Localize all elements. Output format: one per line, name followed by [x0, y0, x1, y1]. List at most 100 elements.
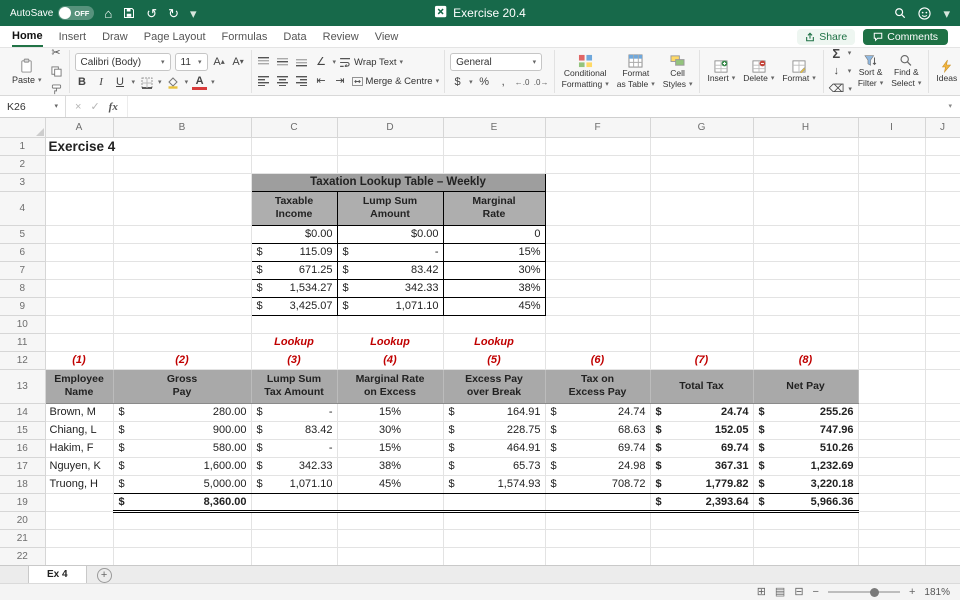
- column-number-label[interactable]: (8): [753, 351, 859, 370]
- cell[interactable]: 15%: [442, 242, 546, 262]
- cell[interactable]: $69.74: [545, 439, 651, 458]
- cell[interactable]: [337, 315, 444, 334]
- cell[interactable]: [545, 315, 651, 334]
- paste-button[interactable]: Paste ▾: [9, 57, 45, 86]
- fill-icon[interactable]: ↓: [829, 64, 844, 79]
- cancel-icon[interactable]: ×: [75, 101, 81, 113]
- copy-icon[interactable]: [49, 64, 64, 79]
- ideas-button[interactable]: Ideas: [934, 58, 959, 85]
- cell[interactable]: [251, 529, 338, 548]
- cell[interactable]: $464.91: [443, 439, 546, 458]
- column-number-label[interactable]: (1): [45, 351, 114, 370]
- tab-insert[interactable]: Insert: [59, 26, 87, 47]
- row-header[interactable]: 9: [0, 297, 46, 316]
- tab-view[interactable]: View: [375, 26, 399, 47]
- cell[interactable]: [545, 279, 651, 298]
- cell[interactable]: [753, 511, 859, 530]
- cell[interactable]: [925, 297, 960, 316]
- cell-a1-title[interactable]: Exercise 4: [45, 137, 115, 156]
- lookup-label[interactable]: Lookup: [443, 333, 546, 352]
- cell[interactable]: [650, 137, 754, 156]
- emp-header-net-pay[interactable]: Net Pay: [753, 368, 859, 404]
- cell[interactable]: [113, 191, 252, 226]
- cell[interactable]: [251, 315, 338, 334]
- decrease-decimal-icon[interactable]: .0→: [534, 75, 549, 90]
- cell[interactable]: [545, 547, 651, 565]
- cell[interactable]: [113, 261, 252, 280]
- chevron-down-icon[interactable]: ▾: [333, 59, 337, 66]
- row-header[interactable]: 20: [0, 511, 46, 530]
- chevron-down-icon[interactable]: ▾: [848, 68, 852, 75]
- column-number-label[interactable]: (4): [337, 351, 444, 370]
- sort-filter-button[interactable]: Sort & Filter ▾: [856, 53, 885, 90]
- cell[interactable]: [925, 511, 960, 530]
- cell[interactable]: $747.96: [753, 421, 859, 440]
- row-header[interactable]: 4: [0, 191, 46, 226]
- cell-employee-name[interactable]: Truong, H: [45, 475, 114, 494]
- cell[interactable]: [443, 511, 546, 530]
- cell-employee-name[interactable]: Chiang, L: [45, 421, 114, 440]
- chevron-down-icon[interactable]: ▾: [469, 79, 473, 86]
- orientation-icon[interactable]: ∠: [314, 55, 329, 70]
- cell[interactable]: [251, 137, 338, 156]
- cell[interactable]: [925, 261, 960, 280]
- cell[interactable]: [858, 279, 926, 298]
- column-header-a[interactable]: A: [45, 118, 114, 138]
- find-select-button[interactable]: Find & Select ▾: [889, 53, 923, 90]
- column-header-h[interactable]: H: [753, 118, 859, 138]
- align-middle-icon[interactable]: [276, 55, 291, 70]
- cell[interactable]: [858, 475, 926, 494]
- cell[interactable]: $24.98: [545, 457, 651, 476]
- row-header[interactable]: 16: [0, 439, 46, 458]
- cell[interactable]: $ -: [251, 403, 338, 422]
- cell[interactable]: [545, 243, 651, 262]
- cell[interactable]: [443, 529, 546, 548]
- emp-header-lump-sum[interactable]: Lump Sum Tax Amount: [251, 368, 338, 404]
- cell[interactable]: [753, 155, 859, 174]
- cell[interactable]: 30%: [442, 260, 546, 280]
- zoom-slider-knob[interactable]: [869, 587, 879, 597]
- redo-icon[interactable]: ↻: [168, 7, 179, 20]
- cell[interactable]: [925, 421, 960, 440]
- cell[interactable]: $83.42: [251, 421, 338, 440]
- cell[interactable]: [443, 547, 546, 565]
- cell[interactable]: [925, 403, 960, 422]
- cell[interactable]: [113, 155, 252, 174]
- cell[interactable]: [858, 403, 926, 422]
- cell[interactable]: $ -: [336, 242, 444, 262]
- cell[interactable]: 45%: [337, 475, 444, 494]
- zoom-out-icon[interactable]: −: [813, 586, 819, 598]
- bold-button[interactable]: B: [75, 75, 90, 90]
- tab-page-layout[interactable]: Page Layout: [144, 26, 206, 47]
- cell[interactable]: [45, 191, 114, 226]
- cell[interactable]: 38%: [442, 278, 546, 298]
- cell[interactable]: [337, 547, 444, 565]
- chevron-down-icon[interactable]: ▾: [185, 79, 189, 86]
- row-header[interactable]: 14: [0, 403, 46, 422]
- cell[interactable]: [925, 315, 960, 334]
- row-header[interactable]: 1: [0, 137, 46, 156]
- format-painter-icon[interactable]: [49, 82, 64, 95]
- autosave-switch[interactable]: OFF: [58, 6, 95, 20]
- cell[interactable]: [45, 155, 114, 174]
- cell[interactable]: [858, 439, 926, 458]
- cell[interactable]: [858, 511, 926, 530]
- cell[interactable]: [113, 173, 252, 192]
- cell[interactable]: [858, 529, 926, 548]
- zoom-slider[interactable]: [827, 587, 900, 597]
- number-format-select[interactable]: General ▾: [450, 53, 543, 71]
- cell[interactable]: 30%: [337, 421, 444, 440]
- cell[interactable]: [45, 173, 114, 192]
- cell[interactable]: [858, 243, 926, 262]
- wrap-text-button[interactable]: Wrap Text ▾: [340, 57, 403, 68]
- search-icon[interactable]: [894, 7, 906, 19]
- borders-icon[interactable]: [139, 75, 154, 90]
- align-left-icon[interactable]: [257, 74, 272, 89]
- cell[interactable]: $24.74: [545, 403, 651, 422]
- undo-icon[interactable]: ↺: [146, 7, 157, 20]
- cell[interactable]: $ -: [251, 439, 338, 458]
- emp-header-marginal-rate[interactable]: Marginal Rate on Excess: [337, 368, 444, 404]
- tab-home[interactable]: Home: [12, 26, 43, 47]
- cell-employee-name[interactable]: Nguyen, K: [45, 457, 114, 476]
- cell[interactable]: [545, 333, 651, 352]
